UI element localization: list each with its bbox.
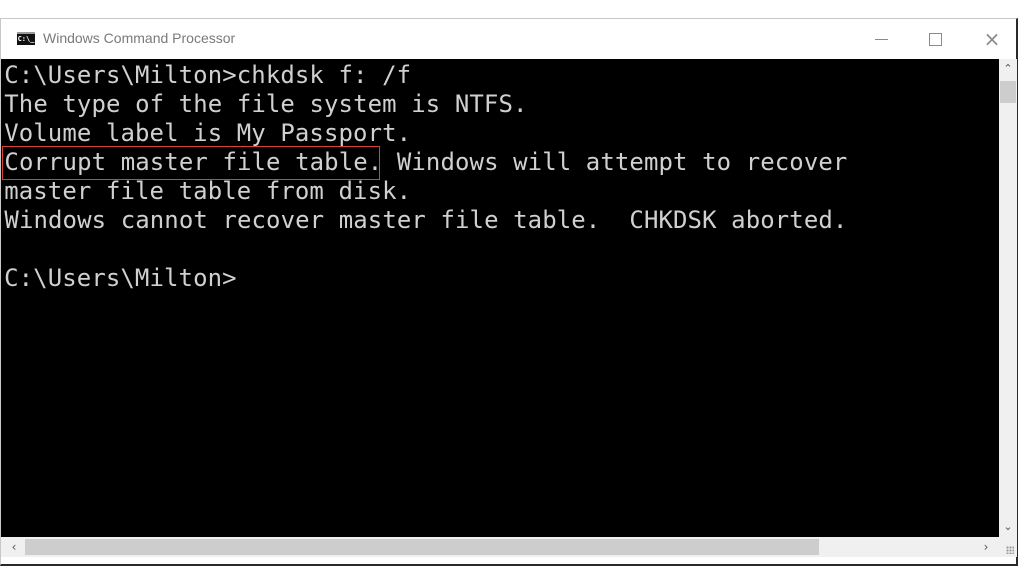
minimize-button[interactable] xyxy=(856,23,906,55)
horizontal-scrollbar[interactable]: ‹ › xyxy=(1,537,999,557)
minimize-icon xyxy=(874,39,888,40)
console-prompt[interactable]: C:\Users\Milton> xyxy=(4,264,237,293)
console-output[interactable]: C:\Users\Milton>chkdsk f: /f The type of… xyxy=(1,59,999,537)
scroll-down-icon[interactable]: ⌄ xyxy=(999,517,1017,537)
horizontal-scroll-thumb[interactable] xyxy=(25,539,819,555)
resize-grip-icon xyxy=(1006,546,1014,554)
vertical-scroll-thumb[interactable] xyxy=(1000,81,1016,103)
resize-grip[interactable] xyxy=(999,537,1017,557)
error-highlight-box xyxy=(2,146,380,180)
cmd-icon: C:\_ xyxy=(17,32,35,45)
console-line: C:\Users\Milton>chkdsk f: /f xyxy=(4,61,412,89)
command-window: C:\_ Windows Command Processor × C:\User… xyxy=(0,18,1018,566)
scroll-up-icon[interactable]: ⌃ xyxy=(999,59,1017,79)
title-bar[interactable]: C:\_ Windows Command Processor × xyxy=(1,19,1016,59)
console-line: Windows cannot recover master file table… xyxy=(4,206,848,234)
window-title: Windows Command Processor xyxy=(43,30,236,46)
vertical-scrollbar[interactable]: ⌃ ⌄ xyxy=(999,59,1017,537)
console-line: The type of the file system is NTFS. xyxy=(4,90,528,118)
maximize-button[interactable] xyxy=(910,23,960,55)
maximize-icon xyxy=(928,33,942,46)
close-button[interactable]: × xyxy=(967,23,1017,55)
scroll-right-icon[interactable]: › xyxy=(977,537,995,557)
scroll-left-icon[interactable]: ‹ xyxy=(5,537,23,557)
close-icon: × xyxy=(983,27,1001,51)
console-line: Volume label is My Passport. xyxy=(4,119,412,147)
console-line: master file table from disk. xyxy=(4,177,412,205)
